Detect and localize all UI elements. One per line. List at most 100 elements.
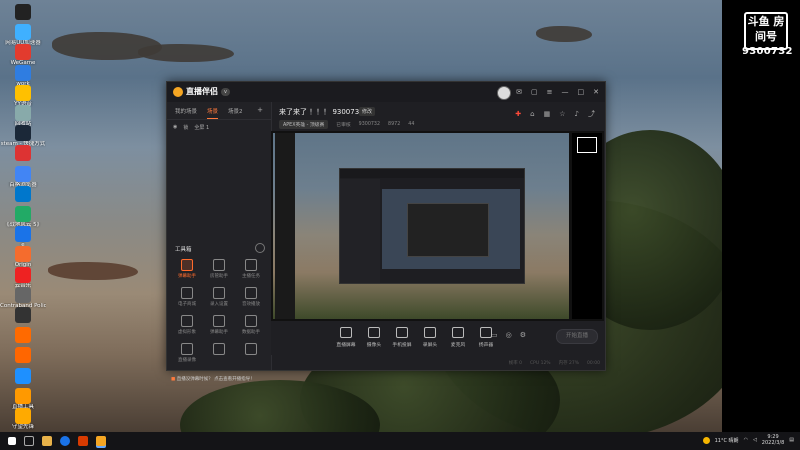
go-live-button[interactable]: 开始直播 xyxy=(556,329,598,344)
toolbox-item-label: 录入设置 xyxy=(210,302,228,307)
app-icon xyxy=(15,4,31,20)
stream-preview[interactable] xyxy=(271,131,604,321)
tool-icon xyxy=(213,287,225,299)
edge-icon[interactable] xyxy=(60,436,70,446)
volume-icon[interactable]: ◁ xyxy=(753,437,757,443)
toolbox-item[interactable] xyxy=(235,343,267,363)
minimize-icon[interactable]: — xyxy=(562,88,569,96)
avatar[interactable] xyxy=(497,86,511,100)
weather-text[interactable]: 11°C 晴朗 xyxy=(715,437,739,444)
scene-source-row: ◉ 锁 全屏 1 xyxy=(173,124,209,131)
screen-capture-icon xyxy=(340,327,352,338)
notification-icon[interactable]: ▤ xyxy=(789,437,794,443)
desktop-icon[interactable]: 守望先锋 xyxy=(0,408,46,431)
desktop-icon[interactable] xyxy=(0,367,46,384)
tab-scene2[interactable]: 场景2 xyxy=(228,107,243,119)
speaker-icon xyxy=(480,327,492,338)
tab-scene[interactable]: 场景 xyxy=(207,107,219,119)
toolbox-item[interactable]: 录入设置 xyxy=(203,287,235,307)
calendar-icon[interactable]: ▦ xyxy=(544,110,551,118)
edit-title-button[interactable]: 修改 xyxy=(359,107,376,116)
task-view-icon[interactable] xyxy=(24,436,34,446)
desktop-icon[interactable] xyxy=(0,185,46,202)
office-icon[interactable] xyxy=(78,436,88,446)
toolbox-toggle-button[interactable] xyxy=(255,243,265,253)
nested-sidebar xyxy=(340,179,380,283)
desktop-icon[interactable] xyxy=(0,145,46,162)
toolbox-item-label: 电子商城 xyxy=(178,302,196,307)
app-icon xyxy=(15,408,31,424)
version-badge[interactable]: v xyxy=(221,87,230,96)
gift-icon[interactable]: ✚ xyxy=(515,110,521,118)
app-icon xyxy=(15,24,31,41)
nested-app-preview xyxy=(339,168,525,284)
app-icon xyxy=(15,64,31,81)
app-icon xyxy=(15,327,31,344)
toolbox-item[interactable]: 主播任务 xyxy=(235,259,267,279)
toolbox-item[interactable]: 音效播放 xyxy=(235,287,267,307)
desktop-icon[interactable] xyxy=(0,327,46,344)
desktop-icon[interactable] xyxy=(0,4,46,20)
desktop-icon[interactable] xyxy=(0,347,46,364)
tool-icon xyxy=(245,259,257,271)
fans-value: 44 xyxy=(408,122,415,127)
close-icon[interactable]: ✕ xyxy=(593,88,599,96)
mail-icon[interactable]: ✉ xyxy=(516,88,522,96)
toolbox-item[interactable]: 直播录像 xyxy=(171,343,203,363)
status-item: 内存 27% xyxy=(558,361,580,366)
toolbox-item-label: 音效播放 xyxy=(242,302,260,307)
weather-sun-icon xyxy=(702,436,710,444)
app-icon xyxy=(15,307,31,323)
tool-icon xyxy=(181,259,193,271)
bell-icon[interactable]: ♪ xyxy=(575,110,579,118)
toolbox-item-label: 房管助手 xyxy=(210,274,228,279)
maximize-icon[interactable]: □ xyxy=(578,88,585,96)
toolbox-item[interactable]: 电子商城 xyxy=(171,287,203,307)
network-icon[interactable]: ◠ xyxy=(744,437,748,443)
phone-cast-icon xyxy=(396,327,408,338)
desktop-icon[interactable] xyxy=(0,307,46,323)
file-explorer-icon[interactable] xyxy=(42,436,52,446)
settings-icon[interactable]: ⚙ xyxy=(520,331,526,339)
clock[interactable]: 9:29 2022/3/8 xyxy=(762,434,784,446)
star-icon[interactable]: ☆ xyxy=(559,110,565,118)
notice-text: 直播没弹幕时候？ xyxy=(176,377,213,382)
app-icon xyxy=(15,145,31,162)
app-icon xyxy=(15,387,31,404)
clock-date: 2022/3/8 xyxy=(761,440,785,446)
share-icon[interactable]: ⤴ xyxy=(588,110,595,118)
scene-panel: 我的场景 场景 场景2 + ◉ 锁 全屏 1 工具箱 弹幕助手 房管助手 主播任务电… xyxy=(167,102,272,382)
toolbox-item-label: 弹幕助手 xyxy=(178,274,196,279)
tab-my-scenes[interactable]: 我的场景 xyxy=(175,107,197,119)
lock-icon[interactable]: 锁 xyxy=(183,124,188,131)
mode-label: 已审核 xyxy=(336,123,351,128)
lock-icon[interactable]: ⌂ xyxy=(530,110,534,118)
tool-icon xyxy=(181,287,193,299)
live-companion-taskbar-icon[interactable] xyxy=(96,436,106,446)
logo-text: 斗鱼 房间号 xyxy=(747,15,785,43)
toolbox-item[interactable]: 弹幕助手 xyxy=(171,259,203,279)
app-icon xyxy=(15,347,31,364)
app-icon xyxy=(15,105,31,121)
crop-icon[interactable]: ▢ xyxy=(531,88,538,96)
room-meta: APEX英雄 - 顶级赛 已审核 9300732 8972 44 xyxy=(279,120,414,129)
nested-titlebar xyxy=(340,169,524,178)
toolbox-item[interactable]: 虚拟形象 xyxy=(171,315,203,335)
beauty-icon[interactable]: ◎ xyxy=(506,331,512,339)
add-scene-button[interactable]: + xyxy=(257,107,263,119)
toolbox-item[interactable]: 数据助手 xyxy=(235,315,267,335)
notice-bar[interactable]: ■ 直播没弹幕时候？ 点击查看开播指导！ xyxy=(171,376,255,382)
toolbox-item[interactable] xyxy=(203,343,235,363)
windows-start-icon[interactable] xyxy=(8,437,16,445)
menu-icon[interactable]: ≡ xyxy=(547,88,553,96)
source-label[interactable]: 全屏 1 xyxy=(194,124,209,131)
speaker-button[interactable]: 扬声器 xyxy=(469,327,503,348)
douyu-logo: 斗鱼 房间号 xyxy=(744,12,788,50)
tool-icon xyxy=(213,259,225,271)
category-pill[interactable]: APEX英雄 - 顶级赛 xyxy=(279,120,329,129)
microphone-icon xyxy=(452,327,464,338)
toolbox-item[interactable]: 弹幕助手 xyxy=(203,315,235,335)
notice-link[interactable]: 点击查看开播指导！ xyxy=(214,377,255,382)
toolbox-item[interactable]: 房管助手 xyxy=(203,259,235,279)
eye-icon[interactable]: ◉ xyxy=(173,124,177,131)
